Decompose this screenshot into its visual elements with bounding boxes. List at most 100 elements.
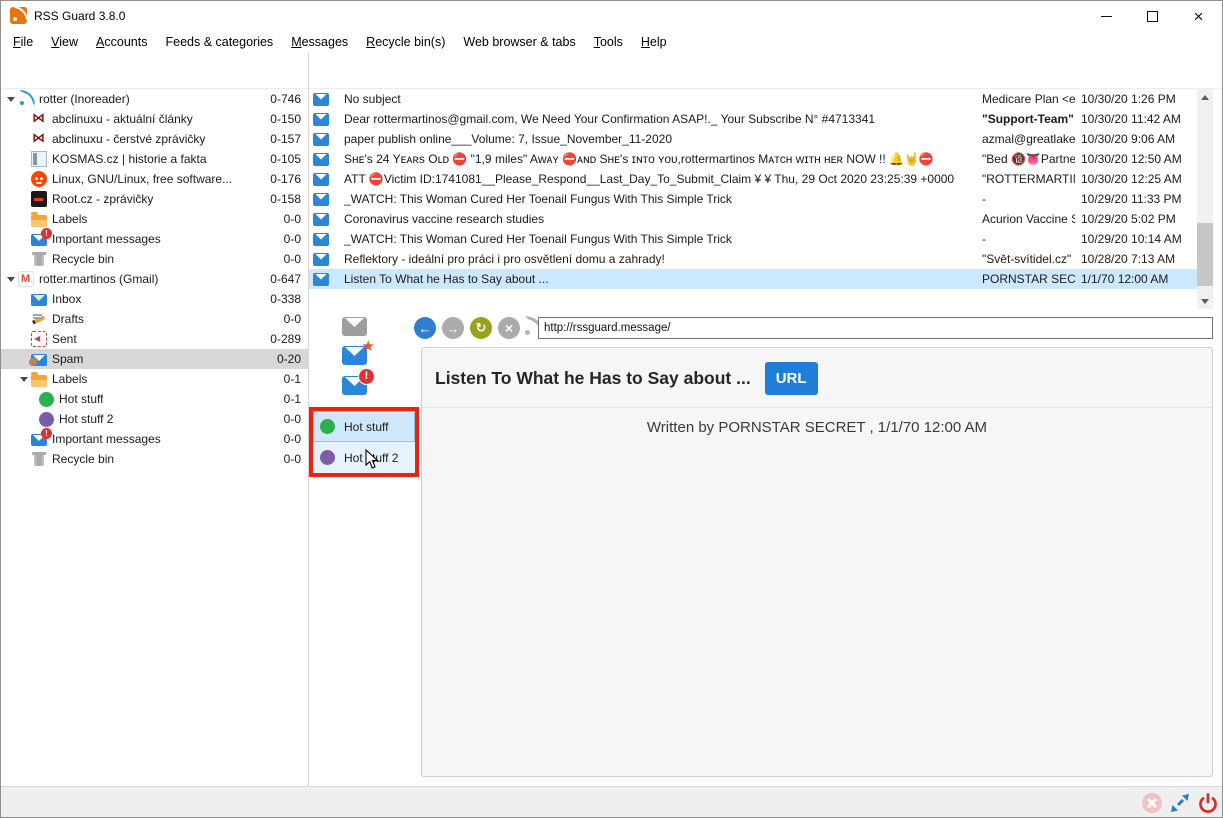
sidebar-item[interactable]: abclinuxu - čerstvé zprávičky 0-157 xyxy=(1,129,308,149)
scroll-up-icon[interactable] xyxy=(1197,89,1213,105)
chevron-expanded-icon[interactable] xyxy=(16,372,31,386)
unread-envelope-icon xyxy=(313,173,329,186)
unread-envelope-icon xyxy=(313,233,329,246)
url-button[interactable]: URL xyxy=(765,362,818,395)
message-row[interactable]: Reflektory - ideální pro práci i pro osv… xyxy=(309,249,1197,269)
unread-envelope-icon xyxy=(313,193,329,206)
message-row[interactable]: Dear rottermartinos@gmail.com, We Need Y… xyxy=(309,109,1197,129)
message-row[interactable]: paper publish online___Volume: 7, Issue_… xyxy=(309,129,1197,149)
menu-item[interactable]: Messages xyxy=(282,32,357,52)
message-author: PORNSTAR SECR... xyxy=(982,272,1075,286)
menu-item[interactable]: View xyxy=(42,32,87,52)
close-button[interactable]: × xyxy=(1176,1,1221,31)
fullscreen-icon[interactable] xyxy=(1169,792,1191,814)
label-menu-item[interactable]: Hot stuff 2 xyxy=(313,442,415,473)
unread-count: 0-176 xyxy=(264,172,301,186)
unread-count: 0-0 xyxy=(278,432,301,446)
label-name: Hot stuff xyxy=(344,420,388,434)
feed-label: Important messages xyxy=(52,232,161,246)
chevron-expanded-icon[interactable] xyxy=(3,92,18,106)
reload-icon[interactable]: ↻ xyxy=(470,317,492,339)
message-row[interactable]: No subject Medicare Plan <e... 10/30/20 … xyxy=(309,89,1197,109)
message-date: 10/28/20 7:13 AM xyxy=(1075,252,1197,266)
message-subject: Reflektory - ideální pro práci i pro osv… xyxy=(344,252,982,266)
sidebar-item[interactable]: rotter (Inoreader) 0-746 xyxy=(1,89,308,109)
statusbar xyxy=(1,786,1222,818)
quit-icon[interactable] xyxy=(1197,792,1219,814)
menu-item[interactable]: File xyxy=(4,32,42,52)
menu-item[interactable]: Help xyxy=(632,32,676,52)
sidebar-item[interactable]: Labels 0-1 xyxy=(1,369,308,389)
sidebar-item[interactable]: Inbox 0-338 xyxy=(1,289,308,309)
mouse-cursor xyxy=(365,449,380,470)
sidebar-item[interactable]: Recycle bin 0-0 xyxy=(1,249,308,269)
abclinuxu-icon xyxy=(31,111,47,127)
stop-icon[interactable]: × xyxy=(498,317,520,339)
message-row[interactable]: Coronavirus vaccine research studies Acu… xyxy=(309,209,1197,229)
message-author: azmal@greatlake... xyxy=(982,132,1075,146)
message-subject: paper publish online___Volume: 7, Issue_… xyxy=(344,132,982,146)
menu-item-label: View xyxy=(51,35,78,49)
label-menu-item[interactable]: Hot stuff xyxy=(313,411,415,442)
menu-item[interactable]: Feeds & categories xyxy=(156,32,282,52)
stop-disabled-icon xyxy=(1141,792,1163,814)
back-icon[interactable]: ← xyxy=(414,317,436,339)
sidebar-item[interactable]: Recycle bin 0-0 xyxy=(1,449,308,469)
message-author: "ROTTERMARTIN... xyxy=(982,172,1075,186)
sidebar-item[interactable]: Drafts 0-0 xyxy=(1,309,308,329)
message-row[interactable]: ATT ⛔Victim ID:1741081__Please_Respond__… xyxy=(309,169,1197,189)
sidebar-item[interactable]: Linux, GNU/Linux, free software... 0-176 xyxy=(1,169,308,189)
sidebar-item[interactable]: Important messages 0-0 xyxy=(1,429,308,449)
important-icon xyxy=(31,234,47,246)
sidebar-item[interactable]: Hot stuff 0-1 xyxy=(1,389,308,409)
message-date: 10/29/20 11:33 PM xyxy=(1075,192,1197,206)
gmail-icon xyxy=(18,271,34,287)
menu-item-label: File xyxy=(13,35,33,49)
menu-item[interactable]: Recycle bin(s) xyxy=(357,32,454,52)
message-author: - xyxy=(982,192,1075,206)
sidebar-item[interactable]: abclinuxu - aktuální články 0-150 xyxy=(1,109,308,129)
sidebar-item[interactable]: Root.cz - zprávičky 0-158 xyxy=(1,189,308,209)
menu-item[interactable]: Web browser & tabs xyxy=(454,32,584,52)
menu-item[interactable]: Tools xyxy=(585,32,632,52)
preview-byline: Written by PORNSTAR SECRET , 1/1/70 12:0… xyxy=(422,419,1212,436)
menu-item-label: Messages xyxy=(291,35,348,49)
sidebar-item[interactable]: Important messages 0-0 xyxy=(1,229,308,249)
message-row[interactable]: Sʜᴇ's 24 Yᴇᴀʀs Oʟᴅ ⛔ "1,9 miles" Aᴡᴀʏ ⛔ᴀ… xyxy=(309,149,1197,169)
message-row[interactable]: _WATCH: This Woman Cured Her Toenail Fun… xyxy=(309,229,1197,249)
sidebar-item[interactable]: KOSMAS.cz | historie a fakta 0-105 xyxy=(1,149,308,169)
scroll-down-icon[interactable] xyxy=(1197,293,1213,309)
feed-label: Sent xyxy=(52,332,77,346)
message-row[interactable]: Listen To What he Has to Say about ... P… xyxy=(309,269,1197,289)
unread-exclamation-envelope-icon[interactable] xyxy=(342,376,367,395)
unread-count: 0-1 xyxy=(278,372,301,386)
rss-guard-window: RSS Guard 3.8.0 × FileViewAccountsFeeds … xyxy=(0,0,1223,818)
unread-envelope-icon xyxy=(313,113,329,126)
maximize-button[interactable] xyxy=(1130,1,1175,31)
sidebar-item[interactable]: Sent 0-289 xyxy=(1,329,308,349)
sidebar-item[interactable]: rotter.martinos (Gmail) 0-647 xyxy=(1,269,308,289)
sidebar-item[interactable]: Labels 0-0 xyxy=(1,209,308,229)
url-input[interactable] xyxy=(538,317,1213,339)
sidebar-item[interactable]: Hot stuff 2 0-0 xyxy=(1,409,308,429)
message-author: "Bed 🔞👅Partne... xyxy=(982,152,1075,166)
chevron-expanded-icon[interactable] xyxy=(3,272,18,286)
message-date: 10/30/20 12:50 AM xyxy=(1075,152,1197,166)
preview-title: Listen To What he Has to Say about ... xyxy=(435,368,751,389)
inbox-icon xyxy=(31,294,47,306)
minimize-button[interactable] xyxy=(1084,1,1129,31)
feed-label: Hot stuff 2 xyxy=(59,412,113,426)
unread-count: 0-20 xyxy=(271,352,301,366)
message-row[interactable]: _WATCH: This Woman Cured Her Toenail Fun… xyxy=(309,189,1197,209)
important-icon xyxy=(31,434,47,446)
forward-icon[interactable]: → xyxy=(442,317,464,339)
important-star-envelope-icon[interactable] xyxy=(342,346,367,365)
message-date: 10/29/20 10:14 AM xyxy=(1075,232,1197,246)
kosmas-icon xyxy=(31,151,47,167)
folder-icon xyxy=(31,215,47,227)
sidebar-item[interactable]: Spam 0-20 xyxy=(1,349,308,369)
menu-item[interactable]: Accounts xyxy=(87,32,156,52)
scrollbar-thumb[interactable] xyxy=(1197,223,1213,286)
menu-item-label: Web browser & tabs xyxy=(463,35,575,49)
mark-read-envelope-icon[interactable] xyxy=(342,317,367,336)
